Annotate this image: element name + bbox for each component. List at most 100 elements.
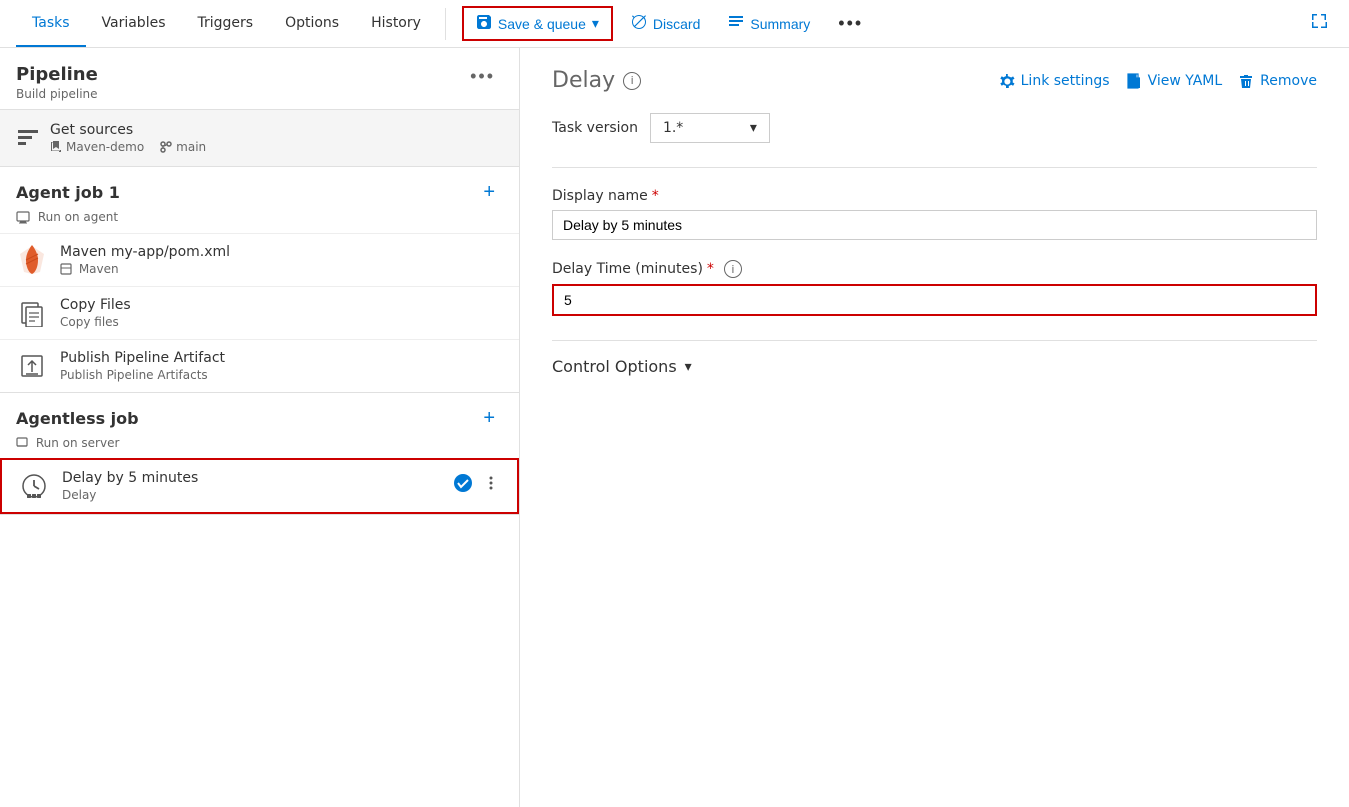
remove-button[interactable]: Remove [1238, 73, 1317, 89]
display-name-required: * [652, 188, 659, 204]
branch-meta: main [160, 140, 206, 154]
get-sources-title: Get sources [50, 122, 206, 138]
save-queue-chevron: ▾ [592, 15, 599, 32]
agentless-job-header: Agentless job + [0, 393, 519, 436]
nav-actions: Save & queue ▾ Discard Summary ••• [462, 6, 873, 41]
nav-divider [445, 8, 446, 40]
control-options-label: Control Options [552, 357, 677, 376]
publish-icon [16, 350, 48, 382]
discard-icon [631, 14, 647, 33]
discard-button[interactable]: Discard [621, 8, 710, 39]
maven-task-sub: Maven [60, 262, 230, 276]
task-header-actions: Link settings View YAML Remove [999, 73, 1317, 89]
task-detail-header: Delay i Link settings View YAML Remove [552, 68, 1317, 93]
get-sources-text: Get sources Maven-demo main [50, 122, 206, 154]
expand-button[interactable] [1305, 7, 1333, 40]
agentless-job-add-button[interactable]: + [475, 405, 503, 432]
control-options-chevron: ▾ [685, 359, 692, 375]
task-info-icon[interactable]: i [623, 72, 641, 90]
repo-name: Maven-demo [66, 140, 144, 154]
pipeline-info: Pipeline Build pipeline [16, 64, 98, 101]
agentless-job-run-label: Run on server [36, 436, 120, 450]
more-options-button[interactable]: ••• [828, 7, 873, 40]
agentless-job-section: Agentless job + Run on server [0, 393, 519, 515]
top-nav: Tasks Variables Triggers Options History… [0, 0, 1349, 48]
publish-artifact-task-name: Publish Pipeline Artifact [60, 350, 225, 366]
maven-task-item[interactable]: Maven my-app/pom.xml Maven [0, 233, 519, 286]
view-yaml-button[interactable]: View YAML [1126, 73, 1223, 89]
task-version-label: Task version [552, 120, 638, 136]
pipeline-title: Pipeline [16, 64, 98, 85]
delay-time-info-icon[interactable]: i [724, 260, 742, 278]
task-version-row: Task version 1.* ▾ [552, 113, 1317, 143]
copy-files-task-item[interactable]: Copy Files Copy files [0, 286, 519, 339]
summary-button[interactable]: Summary [718, 8, 820, 39]
task-more-button[interactable] [481, 473, 501, 498]
agent-job-add-button[interactable]: + [475, 179, 503, 206]
display-name-label: Display name * [552, 188, 1317, 204]
divider [552, 167, 1317, 168]
agent-job-header: Agent job 1 + [0, 167, 519, 210]
get-sources-meta: Maven-demo main [50, 140, 206, 154]
display-name-input[interactable] [552, 210, 1317, 240]
control-options-row[interactable]: Control Options ▾ [552, 340, 1317, 376]
maven-icon [16, 244, 48, 276]
version-chevron-icon: ▾ [750, 120, 757, 136]
nav-triggers[interactable]: Triggers [182, 1, 270, 47]
save-queue-button[interactable]: Save & queue ▾ [462, 6, 613, 41]
save-queue-label: Save & queue [498, 16, 586, 32]
get-sources-item[interactable]: Get sources Maven-demo main [0, 110, 519, 166]
nav-tasks[interactable]: Tasks [16, 1, 86, 47]
link-settings-button[interactable]: Link settings [999, 73, 1110, 89]
lines-icon [16, 126, 40, 150]
agent-job-name: Agent job 1 [16, 183, 120, 202]
get-sources-section: Get sources Maven-demo main [0, 110, 519, 167]
delay-time-group: Delay Time (minutes) * i [552, 260, 1317, 316]
pipeline-header: Pipeline Build pipeline ••• [0, 48, 519, 110]
publish-artifact-task-info: Publish Pipeline Artifact Publish Pipeli… [60, 350, 225, 382]
copy-files-task-info: Copy Files Copy files [60, 297, 131, 329]
delay-task-name: Delay by 5 minutes [62, 470, 198, 486]
agentless-job-title: Agentless job [16, 409, 139, 428]
agent-job-title: Agent job 1 [16, 183, 120, 202]
delay-time-input[interactable] [552, 284, 1317, 316]
task-version-select[interactable]: 1.* ▾ [650, 113, 770, 143]
nav-variables[interactable]: Variables [86, 1, 182, 47]
nav-history[interactable]: History [355, 1, 437, 47]
agent-job-subtitle: Run on agent [0, 210, 519, 233]
copy-files-task-name: Copy Files [60, 297, 131, 313]
delay-task-actions [453, 473, 501, 498]
save-icon [476, 14, 492, 33]
publish-artifact-task-item[interactable]: Publish Pipeline Artifact Publish Pipeli… [0, 339, 519, 392]
discard-label: Discard [653, 16, 700, 32]
pipeline-subtitle: Build pipeline [16, 87, 98, 101]
agent-job-run-label: Run on agent [38, 210, 118, 224]
delay-time-required: * [707, 261, 714, 277]
pipeline-more-button[interactable]: ••• [462, 64, 503, 89]
remove-label: Remove [1260, 73, 1317, 89]
task-detail-title: Delay [552, 68, 615, 93]
main-layout: Pipeline Build pipeline ••• Get sources … [0, 48, 1349, 807]
delay-icon [18, 470, 50, 502]
copy-files-task-sub: Copy files [60, 315, 131, 329]
delay-time-label: Delay Time (minutes) * i [552, 260, 1317, 278]
left-panel: Pipeline Build pipeline ••• Get sources … [0, 48, 520, 807]
repo-meta: Maven-demo [50, 140, 144, 154]
delay-task-info: Delay by 5 minutes Delay [62, 470, 198, 502]
task-version-value: 1.* [663, 120, 683, 136]
agentless-job-subtitle: Run on server [0, 436, 519, 458]
summary-icon [728, 14, 744, 33]
copy-files-icon [16, 297, 48, 329]
view-yaml-label: View YAML [1148, 73, 1223, 89]
summary-label: Summary [750, 16, 810, 32]
right-panel: Delay i Link settings View YAML Remove [520, 48, 1349, 807]
check-icon [453, 473, 473, 498]
nav-options[interactable]: Options [269, 1, 355, 47]
link-settings-label: Link settings [1021, 73, 1110, 89]
delay-task-item[interactable]: Delay by 5 minutes Delay [0, 458, 519, 514]
maven-task-info: Maven my-app/pom.xml Maven [60, 244, 230, 276]
maven-task-name: Maven my-app/pom.xml [60, 244, 230, 260]
delay-task-sub: Delay [62, 488, 198, 502]
agent-job-section: Agent job 1 + Run on agent [0, 167, 519, 393]
branch-name: main [176, 140, 206, 154]
